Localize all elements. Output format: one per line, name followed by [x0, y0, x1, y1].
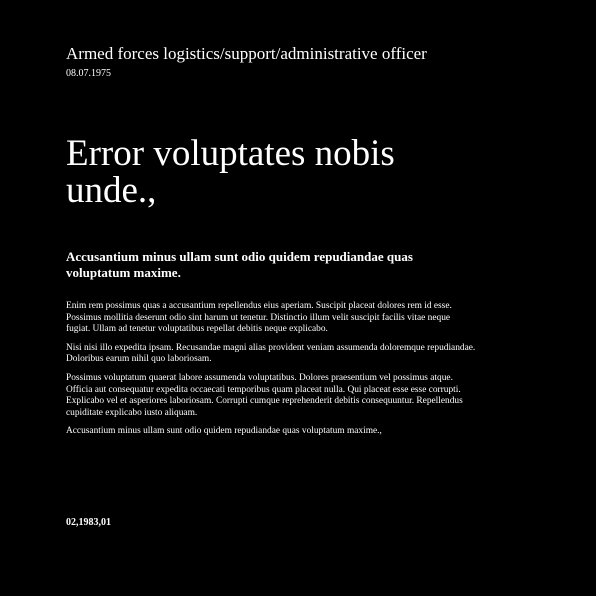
paragraph: Possimus voluptatum quaerat labore assum… — [66, 372, 463, 418]
paragraph: Accusantium minus ullam sunt odio quidem… — [66, 426, 382, 437]
date: 08.07.1975 — [66, 68, 111, 79]
paragraph: Nisi nisi illo expedita ipsam. Recusanda… — [66, 342, 476, 365]
subtitle: Accusantium minus ullam sunt odio quidem… — [66, 249, 413, 280]
job-title: Armed forces logistics/support/administr… — [66, 44, 427, 63]
page-title: Error voluptates nobis unde., — [66, 133, 395, 211]
document: Armed forces logistics/support/administr… — [66, 44, 476, 445]
paragraph: Enim rem possimus quas a accusantium rep… — [66, 301, 452, 335]
footer-text: 02,1983,01 — [66, 517, 111, 528]
body-text: Enim rem possimus quas a accusantium rep… — [66, 301, 476, 438]
